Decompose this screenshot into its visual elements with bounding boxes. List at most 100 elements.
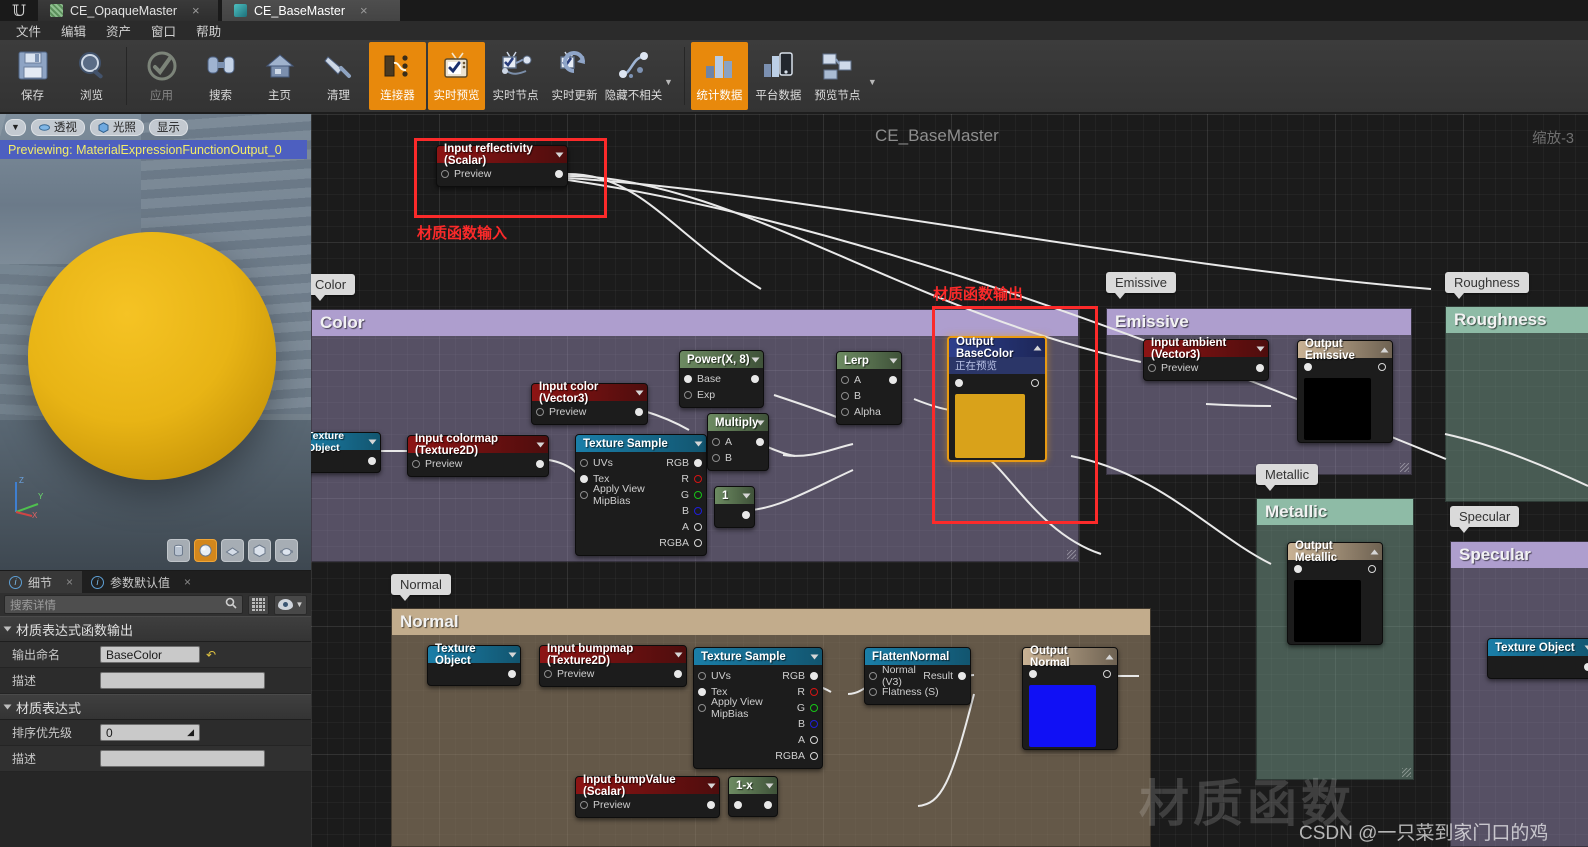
cube-preview-button[interactable] [248, 539, 271, 562]
node-input-bumpvalue[interactable]: Input bumpValue (Scalar) Preview [575, 774, 720, 818]
pin-dot[interactable] [869, 688, 877, 696]
pin-dot-out[interactable] [889, 376, 897, 384]
pin-dot-out[interactable] [707, 801, 715, 809]
pin-preview[interactable]: Preview [540, 666, 686, 682]
pin-dot-out[interactable] [368, 457, 376, 465]
pin-dot[interactable] [1304, 363, 1312, 371]
pin-preview[interactable]: Preview [532, 404, 647, 420]
comment-bubble-roughness[interactable]: Roughness [1445, 272, 1529, 299]
pin-b[interactable]: B [708, 450, 768, 466]
pin-out[interactable] [1488, 659, 1588, 675]
sphere-preview-button[interactable] [194, 539, 217, 562]
comment-resize-handle[interactable] [1402, 768, 1411, 777]
pin-dot-out[interactable] [742, 511, 750, 519]
node-multiply[interactable]: Multiply A B [707, 413, 769, 471]
material-graph-canvas[interactable]: CE_BaseMaster 缩放-3 Color Color Emissive … [311, 114, 1588, 847]
node-header[interactable]: Texture Sample [576, 435, 706, 452]
pin-dot-out[interactable] [508, 670, 516, 678]
node-one-minus-x[interactable]: 1-x [728, 776, 778, 817]
node-output-metallic[interactable]: Output Metallic [1287, 540, 1383, 645]
toolbar-preview-node-button[interactable]: 预览节点 [809, 42, 866, 110]
pin-dot[interactable] [412, 460, 420, 468]
pin-uvs[interactable]: UVs RGB [576, 455, 706, 471]
pin-dot[interactable] [1148, 364, 1156, 372]
pin-alpha[interactable]: Alpha [837, 404, 901, 420]
pin-out-a[interactable]: A [576, 519, 706, 535]
pin-dot[interactable] [841, 408, 849, 416]
comment-bubble-color[interactable]: Color [311, 274, 356, 301]
comment-bubble-metallic[interactable]: Metallic [1256, 464, 1319, 491]
pin-dot-out[interactable] [1256, 364, 1264, 372]
pin-dot-out[interactable] [536, 460, 544, 468]
pin-dot[interactable] [712, 454, 720, 462]
menu-item-edit[interactable]: 编辑 [53, 20, 94, 41]
node-constant-one[interactable]: 1 [714, 486, 755, 528]
search-details-input[interactable]: 搜索详情 [4, 595, 243, 614]
toolbar-stats-button[interactable]: 统计数据 [690, 42, 748, 110]
chevron-down-icon[interactable] [508, 652, 517, 657]
chevron-down-icon[interactable] [751, 357, 760, 362]
spinner-icon[interactable]: ◢ [187, 727, 194, 738]
node-input-bumpmap[interactable]: Input bumpmap (Texture2D) Preview [539, 643, 687, 687]
comment-specular[interactable]: Specular [1450, 541, 1588, 847]
description-input-2[interactable] [100, 750, 265, 767]
node-header[interactable]: Input bumpValue (Scalar) [576, 774, 719, 798]
node-texture-sample-color[interactable]: Texture Sample UVs RGB Tex R Apply View … [575, 434, 707, 556]
pin-apply-view-mipbias[interactable]: Apply View MipBias G [576, 483, 706, 507]
pin-dot[interactable] [684, 375, 692, 383]
pin-flatness[interactable]: Flatness (S) [865, 684, 970, 700]
pin-dot[interactable] [869, 672, 877, 680]
pin-a[interactable]: A [837, 372, 901, 388]
close-icon[interactable]: × [184, 575, 191, 589]
pin-apply-view-mipbias[interactable]: Apply View MipBias G [694, 696, 822, 720]
node-output-normal[interactable]: Output Normal [1022, 645, 1118, 750]
pin-dot-out[interactable] [694, 491, 702, 499]
comment-resize-handle[interactable] [1400, 463, 1409, 472]
pin-row[interactable] [729, 797, 777, 812]
menu-item-help[interactable]: 帮助 [188, 20, 229, 41]
pin-dot-out[interactable] [1368, 565, 1376, 573]
comment-bubble-specular[interactable]: Specular [1450, 506, 1520, 533]
pin-dot[interactable] [580, 475, 588, 483]
comment-roughness[interactable]: Roughness [1445, 306, 1588, 502]
pin-preview[interactable]: Preview [576, 797, 719, 813]
pin-dot[interactable] [580, 491, 588, 499]
toolbar-live-update-button[interactable]: 实时更新 [546, 42, 603, 110]
node-input-color[interactable]: Input color (Vector3) Preview [531, 381, 648, 425]
material-preview-viewport[interactable]: ▼ 透视 光照 显示 Previewing: MaterialExpressio… [0, 114, 311, 570]
pin-dot-out[interactable] [1103, 670, 1111, 678]
chevron-up-icon[interactable] [1380, 347, 1389, 352]
close-icon[interactable]: × [66, 575, 73, 589]
tab-parameter-defaults[interactable]: i 参数默认值 × [82, 571, 200, 593]
pin-dot-out[interactable] [1584, 663, 1588, 671]
pin-dot[interactable] [580, 459, 588, 467]
tab-close-icon[interactable]: × [360, 4, 368, 17]
pin-dot[interactable] [734, 800, 742, 809]
node-header[interactable]: 1 [715, 487, 754, 504]
node-header[interactable]: Input colormap (Texture2D) [408, 433, 548, 457]
pin-b[interactable]: B [837, 388, 901, 404]
pin-dot-out[interactable] [756, 438, 764, 446]
chevron-up-icon[interactable] [1370, 549, 1379, 554]
pin-dot[interactable] [684, 391, 692, 399]
pin-dot-out[interactable] [674, 670, 682, 678]
tab-close-icon[interactable]: × [192, 4, 200, 17]
comment-title-bar[interactable]: Emissive [1107, 309, 1411, 335]
node-header[interactable]: Output Emissive [1298, 338, 1392, 362]
tab-ce-basemaster[interactable]: CE_BaseMaster × [222, 0, 400, 21]
pin-dot[interactable] [841, 392, 849, 400]
node-lerp[interactable]: Lerp A B Alpha [836, 351, 902, 425]
chevron-down-icon[interactable] [536, 442, 545, 447]
pin-dot-out[interactable] [694, 539, 702, 547]
pin-dot[interactable] [536, 408, 544, 416]
tab-ce-opaquemaster[interactable]: CE_OpaqueMaster × [38, 0, 218, 21]
node-texture-sample-normal[interactable]: Texture Sample UVs RGB Tex R Apply View … [693, 647, 823, 769]
toolbar-platform-stats-button[interactable]: 平台数据 [750, 42, 807, 110]
pin-dot-out[interactable] [751, 375, 759, 383]
pin-out-a[interactable]: A [694, 732, 822, 748]
pin-dot-out[interactable] [1378, 363, 1386, 371]
node-header[interactable]: Input color (Vector3) [532, 381, 647, 405]
node-header[interactable]: Texture Object [428, 643, 520, 667]
chevron-down-icon[interactable] [674, 652, 683, 657]
tab-details[interactable]: i 细节 × [0, 571, 83, 593]
